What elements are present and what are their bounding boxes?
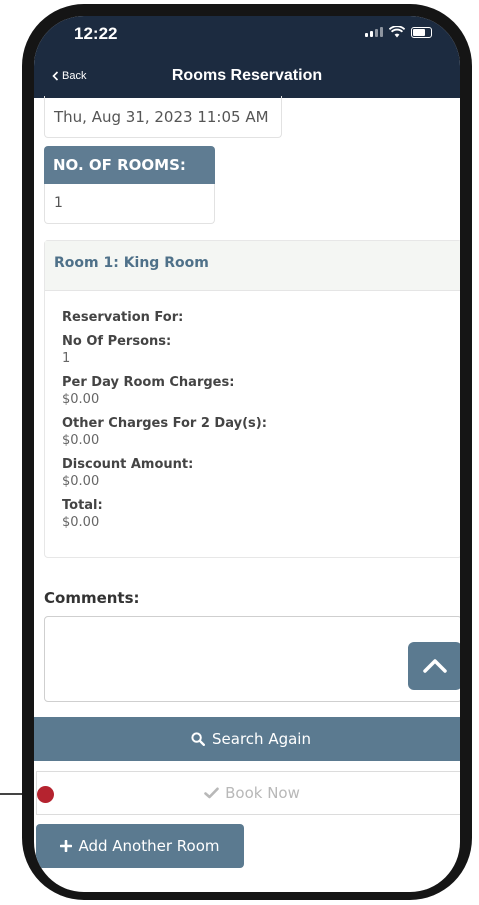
book-now-button[interactable]: Book Now (36, 771, 460, 815)
comments-label: Comments: (44, 589, 140, 607)
signal-icon (365, 27, 383, 37)
per-day-charges-label: Per Day Room Charges: (62, 375, 235, 390)
plus-icon (60, 840, 73, 852)
chevron-up-icon (423, 659, 447, 673)
reservation-date-field[interactable]: Thu, Aug 31, 2023 11:05 AM (44, 96, 282, 138)
room-card-body: Reservation For: No Of Persons: 1 Per Da… (45, 291, 460, 540)
total-label: Total: (62, 498, 103, 513)
per-day-charges-value: $0.00 (62, 392, 100, 407)
status-icons (365, 26, 432, 38)
total-value: $0.00 (62, 515, 100, 530)
rooms-count-label: NO. OF ROOMS: (44, 146, 215, 184)
discount-label: Discount Amount: (62, 457, 194, 472)
other-charges-label: Other Charges For 2 Day(s): (62, 416, 267, 431)
persons-value: 1 (62, 351, 71, 366)
wifi-icon (389, 26, 405, 38)
check-icon (204, 787, 219, 799)
comments-input[interactable] (44, 616, 460, 702)
add-another-room-button[interactable]: Add Another Room (36, 824, 244, 868)
app-screen: 12:22 Back Rooms Reservation Thu, Aug 31… (34, 16, 460, 892)
scroll-top-button[interactable] (408, 642, 460, 690)
other-charges-value: $0.00 (62, 433, 100, 448)
room-card: Room 1: King Room Reservation For: No Of… (44, 240, 460, 558)
search-again-label: Search Again (212, 730, 311, 748)
book-now-label: Book Now (225, 784, 300, 802)
app-header: 12:22 Back Rooms Reservation (34, 16, 460, 98)
reservation-for-label: Reservation For: (62, 310, 184, 325)
add-another-room-label: Add Another Room (78, 837, 220, 855)
status-time: 12:22 (74, 24, 118, 43)
search-again-button[interactable]: Search Again (34, 717, 460, 761)
persons-label: No Of Persons: (62, 334, 172, 349)
page-title: Rooms Reservation (171, 67, 323, 84)
battery-icon (411, 26, 432, 38)
search-icon (191, 732, 206, 746)
room-card-title: Room 1: King Room (45, 241, 460, 291)
annotation-dot (37, 786, 54, 803)
rooms-count-value[interactable]: 1 (44, 184, 215, 224)
discount-value: $0.00 (62, 474, 100, 489)
